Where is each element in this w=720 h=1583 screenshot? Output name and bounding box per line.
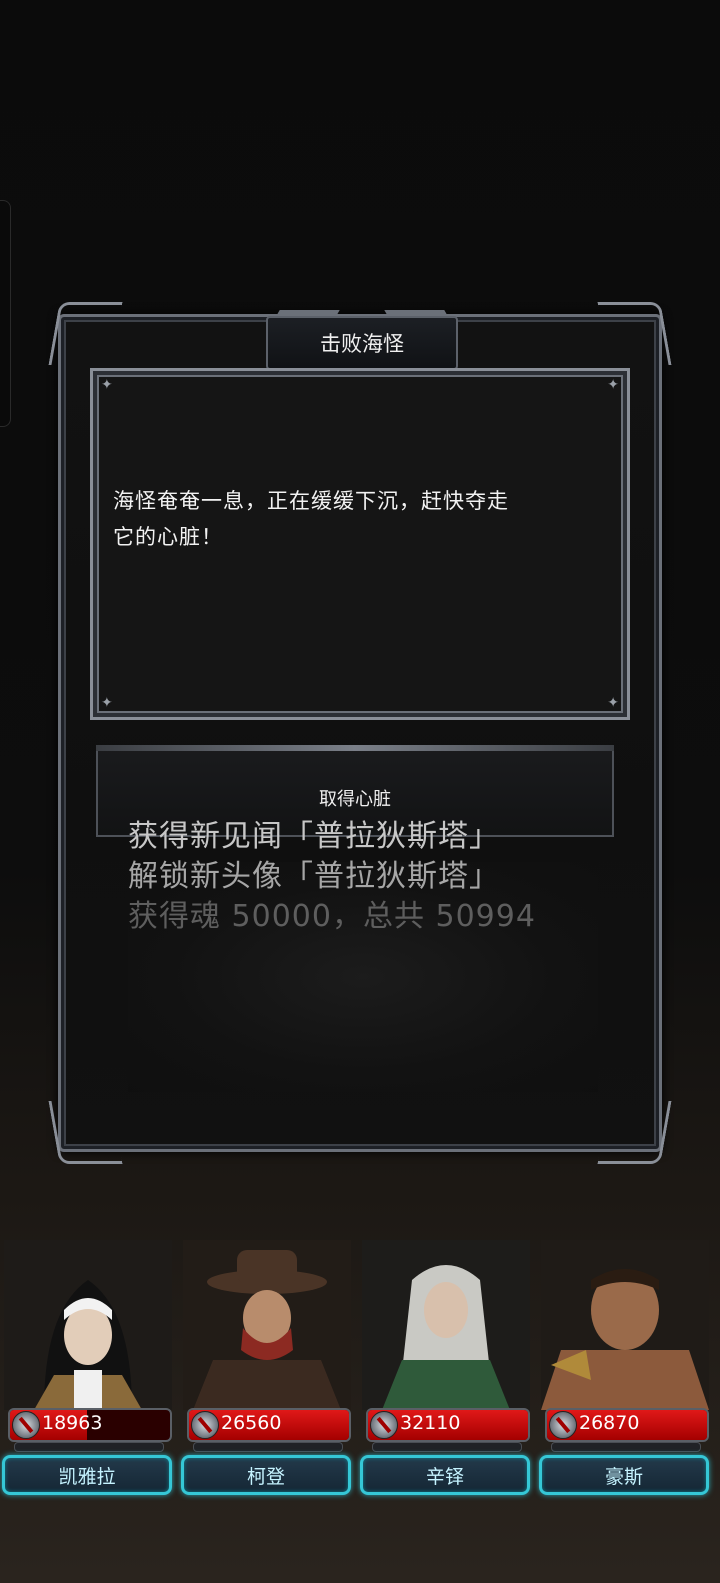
member-name-button[interactable]: 辛铎 <box>360 1455 530 1495</box>
avatar[interactable] <box>541 1240 709 1410</box>
avatar[interactable] <box>362 1240 530 1410</box>
frame-corner-ornament <box>597 302 672 365</box>
sparkle-icon: ✦ <box>101 377 113 393</box>
avatar[interactable] <box>4 1240 172 1410</box>
health-potion-icon <box>370 1411 398 1439</box>
mp-bar <box>193 1442 343 1452</box>
mp-bar <box>14 1442 164 1452</box>
hp-bar: 26560 <box>187 1408 351 1442</box>
hp-bar: 18963 <box>8 1408 172 1442</box>
reward-messages: 获得新见闻「普拉狄斯塔」 解锁新头像「普拉狄斯塔」 获得魂 50000，总共 5… <box>128 817 598 937</box>
health-potion-icon <box>549 1411 577 1439</box>
member-name-button[interactable]: 柯登 <box>181 1455 351 1495</box>
hp-value: 18963 <box>42 1412 103 1434</box>
frame-corner-ornament <box>597 1101 672 1164</box>
hp-bar: 26870 <box>545 1408 709 1442</box>
party-member-kedeng[interactable]: 26560 柯登 <box>179 1240 355 1500</box>
story-line-1: 海怪奄奄一息，正在缓缓下沉，赶快夺走 <box>113 489 509 513</box>
health-potion-icon <box>12 1411 40 1439</box>
choice-label: 取得心脏 <box>319 789 391 810</box>
sparkle-icon: ✦ <box>101 695 113 711</box>
avatar[interactable] <box>183 1240 351 1410</box>
dialog-title: 击败海怪 <box>266 316 458 370</box>
sparkle-icon: ✦ <box>607 377 619 393</box>
mp-bar <box>551 1442 701 1452</box>
health-potion-icon <box>191 1411 219 1439</box>
reward-lore: 获得新见闻「普拉狄斯塔」 <box>128 819 500 854</box>
event-dialog: 击败海怪 ✦ ✦ ✦ ✦ 海怪奄奄一息，正在缓缓下沉，赶快夺走 它的心脏！ 取得… <box>48 302 672 1164</box>
sparkle-icon: ✦ <box>607 695 619 711</box>
story-panel: ✦ ✦ ✦ ✦ 海怪奄奄一息，正在缓缓下沉，赶快夺走 它的心脏！ <box>90 368 630 720</box>
party-member-xinduo[interactable]: 32110 辛铎 <box>358 1240 534 1500</box>
member-name-button[interactable]: 凯雅拉 <box>2 1455 172 1495</box>
hp-value: 26560 <box>221 1412 282 1434</box>
party-bar: 18963 凯雅拉 26560 柯登 32110 辛铎 26870 豪斯 <box>0 1240 720 1500</box>
side-edge-tab <box>0 200 11 427</box>
frame-corner-ornament <box>48 1101 123 1164</box>
frame-corner-ornament <box>48 302 123 365</box>
hp-value: 26870 <box>579 1412 640 1434</box>
story-line-2: 它的心脏！ <box>113 525 223 549</box>
party-member-kaiyala[interactable]: 18963 凯雅拉 <box>0 1240 176 1500</box>
story-text: 海怪奄奄一息，正在缓缓下沉，赶快夺走 它的心脏！ <box>113 483 607 555</box>
party-member-haosi[interactable]: 26870 豪斯 <box>537 1240 713 1500</box>
reward-avatar: 解锁新头像「普拉狄斯塔」 <box>128 859 500 894</box>
member-name-button[interactable]: 豪斯 <box>539 1455 709 1495</box>
mp-bar <box>372 1442 522 1452</box>
hp-bar: 32110 <box>366 1408 530 1442</box>
reward-souls: 获得魂 50000，总共 50994 <box>128 899 536 934</box>
hp-value: 32110 <box>400 1412 461 1434</box>
